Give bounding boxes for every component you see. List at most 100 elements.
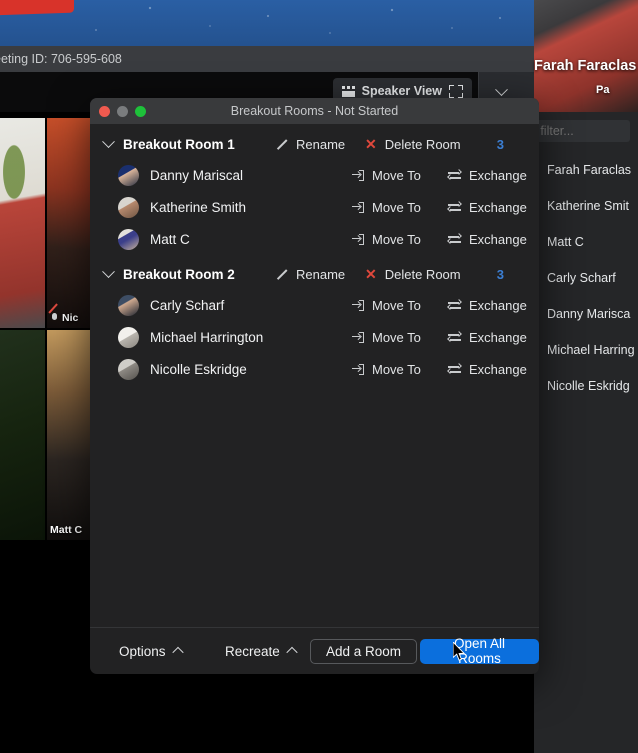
participants-panel: Farah Faraclas Katherine Smit Matt C Car… (510, 112, 638, 753)
open-all-rooms-button[interactable]: Open All Rooms (420, 636, 539, 666)
participant-name: Michael Harrington (150, 329, 264, 345)
active-speaker-video (534, 0, 638, 112)
participant-name: Katherine Smit (547, 199, 629, 213)
list-item[interactable]: Matt C (534, 224, 638, 260)
participant-name: Danny Mariscal (150, 167, 244, 183)
exchange-icon (447, 363, 462, 375)
add-a-room-button[interactable]: Add a Room (310, 638, 418, 664)
video-thumbnail[interactable] (0, 330, 45, 540)
room-participant-row[interactable]: Danny Mariscal Move To Exchange (90, 159, 539, 191)
exchange-button[interactable]: Exchange (447, 329, 527, 345)
avatar (118, 196, 139, 218)
exchange-label: Exchange (469, 231, 527, 247)
video-thumbnail-grid: Nic Matt C (0, 118, 92, 548)
participant-name: Carly Scharf (547, 271, 616, 285)
room-participant-row[interactable]: Nicolle Eskridge Move To Exchange (90, 353, 539, 385)
move-to-button[interactable]: Move To (352, 200, 421, 215)
exchange-icon (447, 169, 462, 181)
meeting-id-bar: eeting ID: 706-595-608 (0, 46, 534, 72)
video-thumbnail[interactable]: Matt C (47, 330, 92, 540)
exchange-button[interactable]: Exchange (447, 168, 527, 183)
chevron-down-icon[interactable] (102, 264, 115, 278)
breakout-rooms-dialog: Breakout Rooms - Not Started Breakout Ro… (90, 98, 539, 674)
delete-room-button[interactable]: ✕ Delete Room (365, 267, 461, 282)
mouse-cursor (453, 642, 465, 661)
fullscreen-icon[interactable] (449, 84, 463, 98)
exchange-icon (447, 233, 462, 245)
participant-name: Matt C (150, 231, 190, 247)
video-thumbnail[interactable]: Nic (47, 118, 92, 328)
minimize-button[interactable] (117, 106, 128, 117)
room-participant-row[interactable]: Matt C Move To Exchange (90, 223, 539, 255)
move-to-button[interactable]: Move To (352, 330, 421, 345)
close-button[interactable] (99, 106, 110, 117)
move-to-label: Move To (372, 231, 421, 247)
chevron-down-icon[interactable] (102, 134, 115, 148)
meeting-id-label: eeting ID: 706-595-608 (0, 52, 122, 66)
room-participant-row[interactable]: Carly Scharf Move To Exchange (90, 289, 539, 321)
dialog-titlebar: Breakout Rooms - Not Started (90, 98, 539, 124)
video-thumbnail[interactable] (0, 118, 45, 328)
move-to-button[interactable]: Move To (352, 362, 421, 377)
options-label: Options (119, 643, 166, 659)
move-to-button[interactable]: Move To (352, 168, 421, 183)
rename-room-button[interactable]: Rename (278, 267, 345, 282)
participants-list: Farah Faraclas Katherine Smit Matt C Car… (534, 152, 638, 404)
delete-room-label: Delete Room (384, 266, 461, 282)
list-item[interactable]: Michael Harring (534, 332, 638, 368)
meeting-background (0, 0, 534, 46)
exchange-button[interactable]: Exchange (447, 199, 527, 215)
avatar (118, 358, 139, 380)
list-item[interactable]: Carly Scharf (534, 260, 638, 296)
room-participant-row[interactable]: Michael Harrington Move To Exchange (90, 321, 539, 353)
room-header[interactable]: Breakout Room 1 Rename ✕ Delete Room 3 (90, 129, 539, 159)
move-to-button[interactable]: Move To (352, 232, 421, 247)
participant-name: Nicolle Eskridg (547, 379, 630, 393)
avatar (118, 326, 139, 348)
thumbnail-name-label: Nic (48, 302, 79, 324)
rooms-list: Breakout Room 1 Rename ✕ Delete Room 3 D… (90, 124, 539, 627)
thumbnail-name-text: Nic (62, 312, 79, 324)
close-x-icon: ✕ (365, 266, 377, 282)
room-name: Breakout Room 2 (123, 266, 235, 282)
participant-name: Matt C (547, 235, 584, 249)
pencil-icon (278, 269, 289, 280)
move-to-button[interactable]: Move To (352, 298, 421, 313)
participant-name: Farah Faraclas (547, 163, 632, 177)
exchange-icon (447, 201, 462, 213)
participant-name: Carly Scharf (150, 297, 225, 313)
room-participant-count: 3 (496, 136, 504, 152)
active-speaker-sub-label: Pa (596, 84, 610, 96)
grid-icon (341, 85, 355, 97)
thumbnail-name-text: Matt C (50, 524, 83, 536)
move-to-label: Move To (372, 167, 421, 183)
list-item[interactable]: Nicolle Eskridg (534, 368, 638, 404)
recreate-button[interactable]: Recreate (225, 644, 298, 659)
participant-name: Nicolle Eskridge (150, 361, 247, 377)
avatar (118, 228, 139, 250)
move-to-label: Move To (372, 361, 421, 377)
exchange-icon (447, 299, 462, 311)
move-to-icon (352, 233, 364, 245)
move-to-icon (352, 331, 364, 343)
avatar (118, 294, 139, 316)
maximize-button[interactable] (135, 106, 146, 117)
dialog-title: Breakout Rooms - Not Started (230, 104, 399, 118)
exchange-label: Exchange (469, 199, 527, 215)
list-item[interactable]: Farah Faraclas (534, 152, 638, 188)
meeting-window: eeting ID: 706-595-608 Speaker View Nic … (0, 0, 638, 753)
room-participant-row[interactable]: Katherine Smith Move To Exchange (90, 191, 539, 223)
exchange-button[interactable]: Exchange (447, 362, 527, 377)
window-controls (99, 106, 146, 117)
room-header[interactable]: Breakout Room 2 Rename ✕ Delete Room 3 (90, 259, 539, 289)
exchange-button[interactable]: Exchange (447, 231, 527, 247)
participant-name: Danny Marisca (547, 307, 631, 321)
delete-room-button[interactable]: ✕ Delete Room (365, 137, 461, 152)
exchange-label: Exchange (469, 329, 527, 345)
options-button[interactable]: Options (119, 643, 184, 659)
rename-room-button[interactable]: Rename (278, 137, 345, 152)
rename-label: Rename (296, 136, 346, 152)
exchange-button[interactable]: Exchange (447, 298, 527, 313)
list-item[interactable]: Katherine Smit (534, 188, 638, 224)
list-item[interactable]: Danny Marisca (534, 296, 638, 332)
